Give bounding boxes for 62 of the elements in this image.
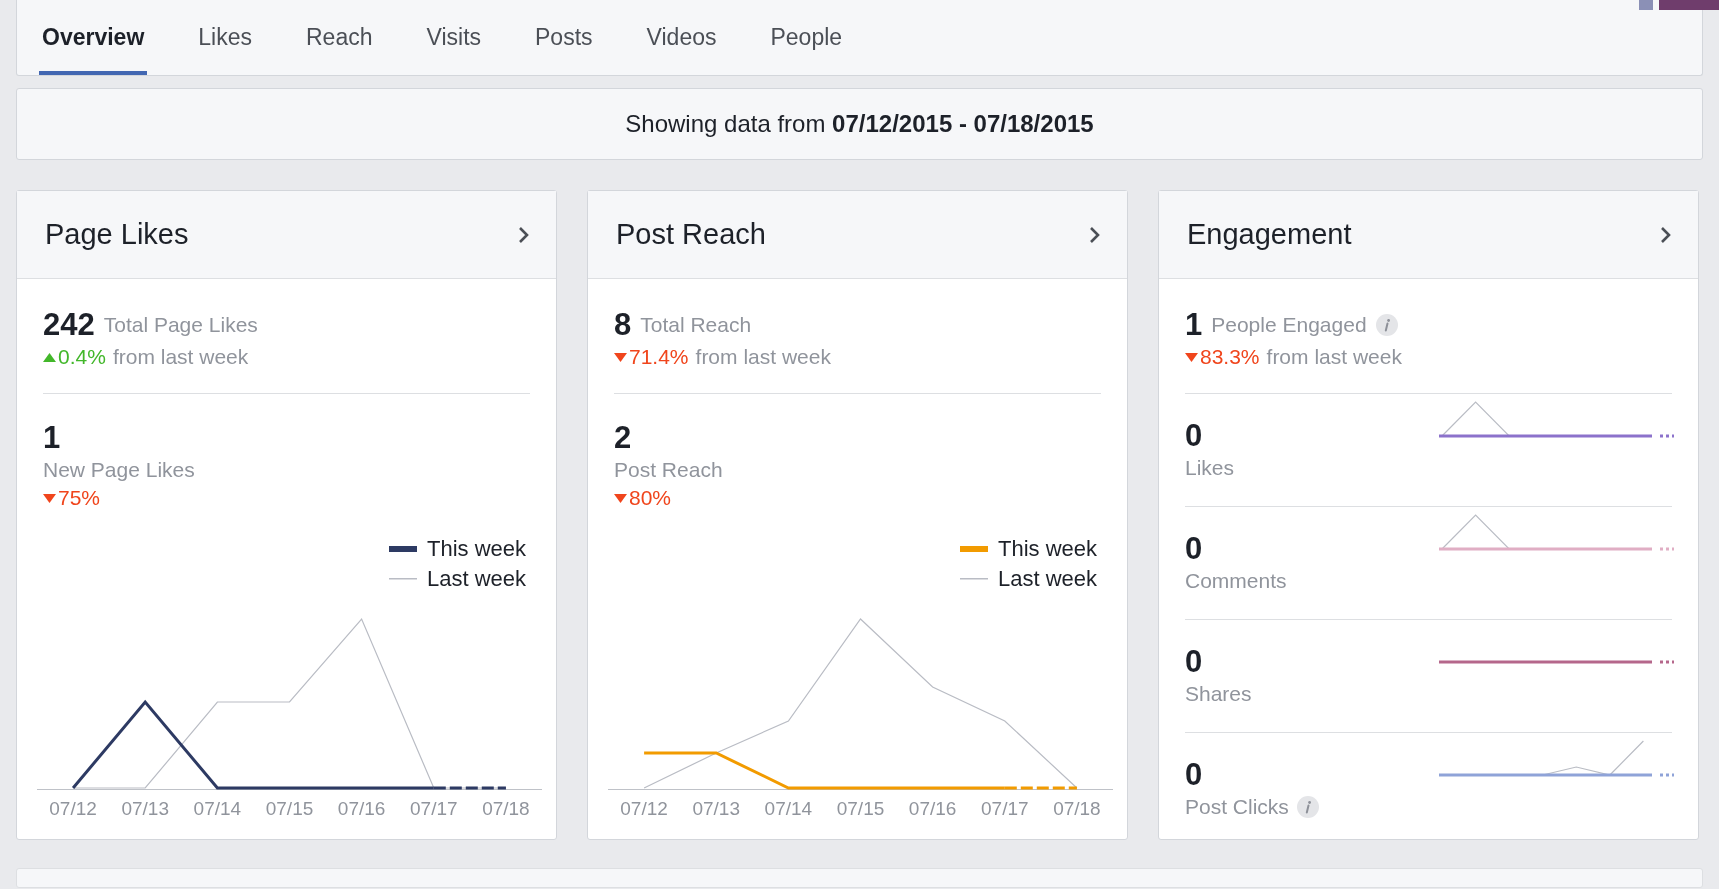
axis-label: 07/12 [620, 798, 668, 820]
axis-label: 07/13 [692, 798, 740, 820]
metric-value: 0 [1185, 418, 1204, 454]
metric-label: Comments [1185, 568, 1287, 594]
total-label: People Engaged [1211, 312, 1367, 338]
axis-label: 07/17 [981, 798, 1029, 820]
period-value: 2 [614, 420, 633, 456]
total-value: 8 [614, 307, 632, 343]
chevron-right-icon[interactable] [1089, 225, 1101, 244]
change-label: from last week [695, 344, 831, 370]
edge-block [1639, 0, 1653, 10]
legend-label: Last week [997, 565, 1097, 593]
axis-label: 07/16 [337, 798, 386, 820]
tab[interactable]: Reach [303, 0, 376, 75]
change-percent: 83.3% [1200, 344, 1260, 370]
tab[interactable]: People [767, 0, 846, 75]
change-percent: 71.4% [629, 344, 689, 370]
axis-label: 07/15 [836, 798, 885, 820]
card-title[interactable]: Page Likes [45, 218, 189, 251]
chevron-right-icon[interactable] [518, 225, 530, 244]
info-icon[interactable] [1375, 314, 1398, 336]
date-range-text: Showing data from 07/12/2015 - 07/18/2015 [625, 110, 1094, 138]
period-label: New Page Likes [43, 457, 196, 483]
legend-label: This week [426, 535, 526, 563]
axis-label: 07/16 [908, 798, 957, 820]
change-percent: 80% [629, 485, 672, 511]
info-icon[interactable] [1296, 796, 1319, 818]
axis-label: 07/15 [265, 798, 314, 820]
chevron-right-icon[interactable] [1660, 225, 1672, 244]
card-title[interactable]: Post Reach [616, 218, 766, 251]
period-label: Post Reach [614, 457, 724, 483]
axis-label: 07/14 [764, 798, 813, 820]
axis-label: 07/18 [482, 798, 530, 820]
change-label: from last week [112, 344, 249, 370]
axis-label: 07/13 [121, 798, 169, 820]
tab[interactable]: Visits [423, 0, 485, 75]
card-title[interactable]: Engagement [1187, 218, 1352, 251]
total-label: Total Page Likes [103, 312, 258, 338]
tab[interactable]: Videos [643, 0, 720, 75]
change-label: from last week [1266, 344, 1402, 370]
tab[interactable]: Likes [195, 0, 255, 75]
change-percent: 0.4% [58, 344, 106, 370]
axis-label: 07/14 [193, 798, 242, 820]
metric-value: 0 [1185, 757, 1204, 793]
total-label: Total Reach [640, 312, 752, 338]
metric-value: 0 [1185, 644, 1204, 680]
legend-label: Last week [426, 565, 526, 593]
tab[interactable]: Overview [39, 0, 148, 75]
tab[interactable]: Posts [532, 0, 596, 75]
axis-label: 07/12 [49, 798, 97, 820]
legend-label: This week [997, 535, 1097, 563]
change-percent: 75% [58, 485, 101, 511]
period-value: 1 [43, 420, 62, 456]
metric-label: Post Clicks [1185, 794, 1289, 820]
metric-label: Shares [1185, 681, 1252, 707]
edge-block [1659, 0, 1719, 10]
total-value: 242 [43, 307, 95, 343]
metric-value: 0 [1185, 531, 1204, 567]
metric-label: Likes [1185, 455, 1235, 481]
axis-label: 07/17 [410, 798, 458, 820]
total-value: 1 [1185, 307, 1203, 343]
axis-label: 07/18 [1053, 798, 1101, 820]
